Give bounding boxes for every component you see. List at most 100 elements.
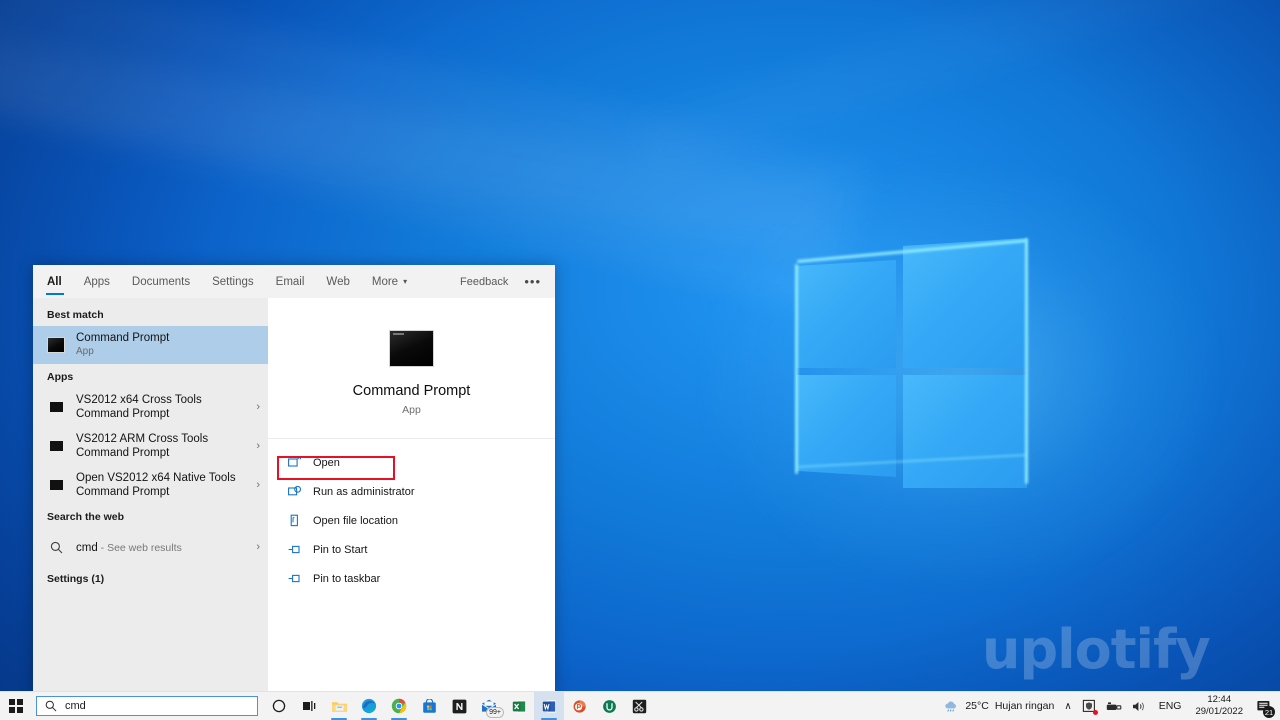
edge-button[interactable] [354, 692, 384, 720]
feedback-button[interactable]: Feedback [452, 265, 516, 298]
tab-web-label: Web [326, 275, 350, 288]
action-open-file-location[interactable]: Open file location [268, 506, 555, 535]
speaker-icon [1132, 701, 1144, 711]
letter-u-icon [602, 699, 616, 713]
snipping-tool-button[interactable] [624, 692, 654, 720]
notification-center-button[interactable]: 21 [1250, 692, 1276, 720]
action-label: Run as administrator [313, 485, 415, 498]
alert-dot-icon [1092, 710, 1098, 715]
action-run-as-administrator[interactable]: Run as administrator [268, 477, 555, 506]
result-title: Open VS2012 x64 Native Tools Command Pro… [76, 471, 236, 498]
system-tray[interactable]: 25°C Hujan ringan ∧ ENG 12:44 29/01/2022… [939, 692, 1280, 720]
edge-icon [361, 698, 377, 714]
weather-widget[interactable]: 25°C Hujan ringan [939, 692, 1059, 720]
action-pin-to-start[interactable]: Pin to Start [268, 535, 555, 564]
best-match-header: Best match [47, 309, 104, 321]
search-the-web-header: Search the web [47, 511, 125, 524]
search-input[interactable]: cmd [36, 696, 258, 716]
tab-more[interactable]: More ▾ [361, 265, 418, 298]
chevron-up-icon: ∧ [1064, 700, 1072, 712]
folder-icon [331, 701, 347, 712]
windows-start-icon [9, 699, 23, 713]
web-result-item[interactable]: cmd - See web results › [33, 528, 268, 566]
chevron-right-icon[interactable]: › [252, 401, 260, 413]
chevron-right-icon[interactable]: › [252, 440, 260, 452]
taskbar-app-buttons[interactable]: 99+ [264, 692, 654, 720]
action-open[interactable]: Open [268, 448, 555, 477]
chevron-right-icon[interactable]: › [252, 541, 260, 553]
tab-apps-label: Apps [83, 275, 110, 288]
search-results-list[interactable]: Best match Command Prompt App Apps VS201… [33, 298, 268, 695]
tab-apps[interactable]: Apps [73, 265, 121, 298]
powerpoint-icon [573, 699, 586, 713]
tab-web[interactable]: Web [315, 265, 360, 298]
language-label: ENG [1158, 700, 1182, 712]
clock-date: 29/01/2022 [1195, 706, 1243, 717]
task-view-button[interactable] [294, 692, 324, 720]
volume-tray-icon[interactable] [1127, 692, 1152, 720]
clock-time: 12:44 [1207, 694, 1232, 706]
result-item-command-prompt[interactable]: Command Prompt App [33, 326, 268, 364]
action-label: Pin to Start [313, 543, 368, 556]
list-item[interactable]: VS2012 ARM Cross Tools Command Prompt › [33, 427, 268, 466]
opera-button[interactable] [594, 692, 624, 720]
overflow-menu-button[interactable]: ••• [516, 265, 555, 298]
chrome-button[interactable] [384, 692, 414, 720]
clock[interactable]: 12:44 29/01/2022 [1188, 692, 1250, 720]
taskbar[interactable]: cmd 99+ 25°C Hujan ringan ∧ ENG 12:44 29… [0, 691, 1280, 720]
preview-hero: Command Prompt App [268, 298, 555, 439]
tab-documents-label: Documents [131, 275, 191, 288]
network-tray-icon[interactable] [1101, 692, 1127, 720]
action-pin-to-taskbar[interactable]: Pin to taskbar [268, 564, 555, 593]
powerpoint-button[interactable] [564, 692, 594, 720]
cortana-button[interactable] [264, 692, 294, 720]
show-hidden-icons-button[interactable]: ∧ [1059, 692, 1076, 720]
notion-button[interactable] [444, 692, 474, 720]
app-preview-pane: Command Prompt App Open Run as administr… [268, 298, 555, 695]
tab-email-label: Email [275, 275, 305, 288]
pin-icon [287, 572, 301, 586]
start-button[interactable] [0, 692, 32, 720]
weather-description: Hujan ringan [994, 700, 1055, 712]
chevron-right-icon[interactable]: › [252, 479, 260, 491]
app-icon [47, 476, 65, 494]
list-item[interactable]: Open VS2012 x64 Native Tools Command Pro… [33, 466, 268, 505]
console-thumbnail-icon [47, 336, 65, 354]
search-tab-bar[interactable]: All Apps Documents Settings Email Web Mo… [33, 265, 555, 298]
excel-icon [512, 699, 526, 713]
search-input-value: cmd [65, 700, 86, 712]
tab-settings[interactable]: Settings [201, 265, 265, 298]
action-label: Open [313, 456, 340, 469]
feedback-label: Feedback [460, 275, 509, 288]
page-title: Command Prompt [352, 383, 471, 399]
tab-email[interactable]: Email [265, 265, 316, 298]
tab-all-label: All [47, 275, 62, 288]
result-title: Command Prompt [76, 332, 170, 345]
word-button[interactable] [534, 692, 564, 720]
tab-all[interactable]: All [33, 265, 73, 298]
result-title: VS2012 ARM Cross Tools Command Prompt [76, 432, 209, 460]
uplotify-watermark: uplotify [982, 618, 1211, 681]
action-label: Pin to taskbar [313, 572, 381, 585]
pin-icon [287, 543, 301, 557]
settings-count-header: Settings (1) [47, 573, 105, 586]
mail-button[interactable]: 99+ [474, 692, 504, 720]
task-view-icon [302, 701, 315, 711]
microsoft-store-button[interactable] [414, 692, 444, 720]
windows-search-panel[interactable]: All Apps Documents Settings Email Web Mo… [33, 265, 555, 695]
rain-cloud-icon [945, 701, 957, 712]
chevron-down-icon: ▾ [403, 277, 408, 286]
web-hint-text: - See web results [97, 541, 182, 554]
chrome-icon [391, 698, 407, 714]
tab-documents[interactable]: Documents [121, 265, 201, 298]
language-indicator[interactable]: ENG [1152, 692, 1189, 720]
list-item[interactable]: VS2012 x64 Cross Tools Command Prompt › [33, 388, 268, 427]
file-explorer-button[interactable] [324, 692, 354, 720]
app-actions-list[interactable]: Open Run as administrator Open file loca… [268, 439, 555, 593]
security-tray-icon[interactable] [1077, 692, 1101, 720]
mail-badge: 99+ [486, 707, 504, 718]
result-subtitle: App [76, 346, 94, 358]
circle-icon [272, 699, 286, 713]
excel-button[interactable] [504, 692, 534, 720]
notification-badge: 21 [1263, 706, 1275, 718]
